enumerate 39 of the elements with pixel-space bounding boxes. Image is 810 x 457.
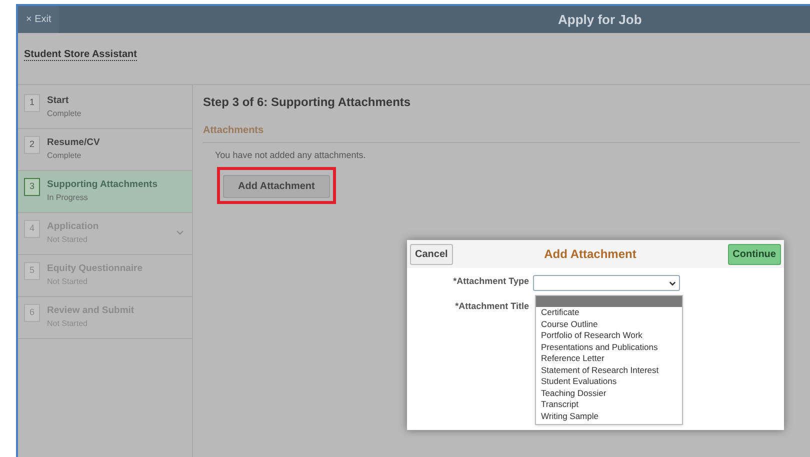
dropdown-option[interactable]: Reference Letter xyxy=(536,353,682,364)
field-label: *Attachment Type xyxy=(452,275,530,288)
continue-button[interactable]: Continue xyxy=(728,244,781,264)
dropdown-option[interactable]: Course Outline xyxy=(536,318,682,330)
exit-button[interactable]: × Exit xyxy=(18,6,60,33)
step-status: Complete xyxy=(47,108,82,120)
step-status: Complete xyxy=(47,150,82,162)
step-item[interactable]: 1 Start Complete xyxy=(18,87,192,129)
step-number: 4 xyxy=(24,220,40,238)
field-label: *Attachment Title xyxy=(454,300,530,313)
dropdown-option[interactable]: Portfolio of Research Work xyxy=(536,330,682,342)
add-attachment-button[interactable]: Add Attachment xyxy=(223,174,330,198)
dropdown-option[interactable]: Student Evaluations xyxy=(536,376,682,388)
dropdown-option[interactable]: Certificate xyxy=(536,307,682,318)
step-item[interactable]: 3 Supporting Attachments In Progress xyxy=(18,171,192,213)
step-label: Supporting Attachments xyxy=(47,178,158,192)
step-number: 6 xyxy=(24,304,40,322)
step-number: 1 xyxy=(24,94,40,112)
chevron-icon xyxy=(176,230,184,235)
dropdown-option[interactable]: Presentations and Publications xyxy=(536,342,682,353)
page-title: Apply for Job xyxy=(558,10,642,29)
cancel-button[interactable]: Cancel xyxy=(410,244,453,264)
step-number: 5 xyxy=(24,262,40,280)
step-label: Start xyxy=(47,94,70,108)
section-heading: Attachments xyxy=(203,125,264,136)
step-status: In Progress xyxy=(47,192,89,204)
step-number: 2 xyxy=(24,136,40,154)
select-field[interactable] xyxy=(533,275,680,291)
dropdown-option[interactable]: Writing Sample xyxy=(536,410,682,422)
step-heading: Step 3 of 6: Supporting Attachments xyxy=(203,94,412,111)
dialog-title: Add Attachment xyxy=(544,246,636,263)
step-number: 3 xyxy=(24,178,40,196)
dropdown-option[interactable]: Transcript xyxy=(536,399,682,410)
dropdown-option[interactable]: Statement of Research Interest xyxy=(536,364,682,376)
job-title: Student Store Assistant xyxy=(24,49,137,61)
chevron-icon xyxy=(669,280,676,286)
dropdown-option[interactable]: Teaching Dossier xyxy=(536,388,682,399)
step-label: Resume/CV xyxy=(47,136,101,150)
empty-message: You have not added any attachments. xyxy=(215,149,367,162)
